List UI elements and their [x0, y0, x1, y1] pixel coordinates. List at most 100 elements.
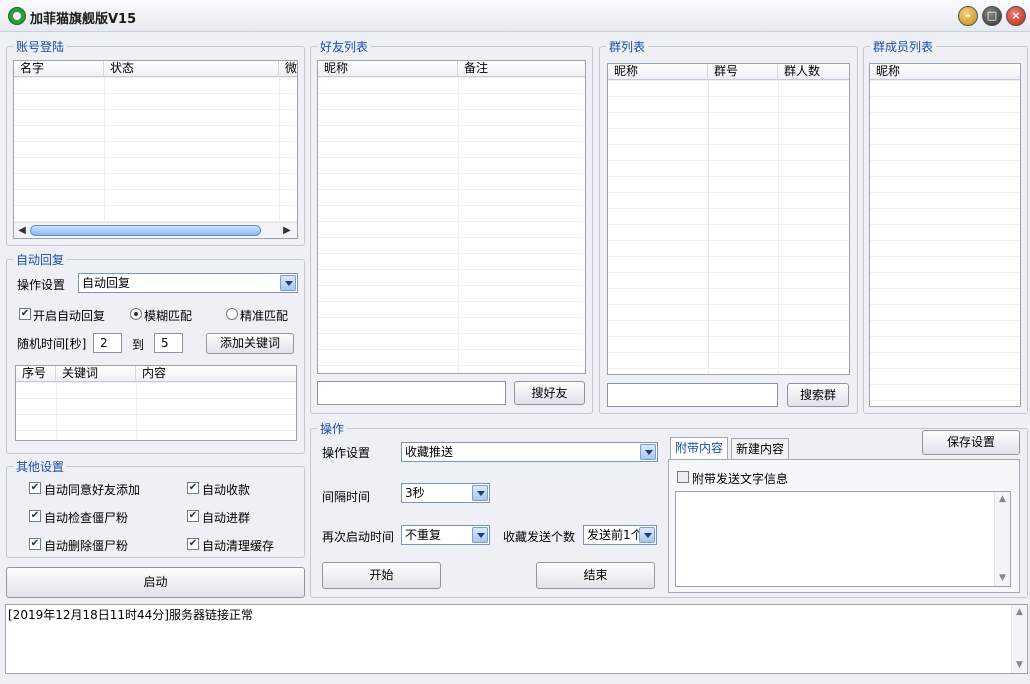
column-remark[interactable]: 备注 [458, 61, 585, 77]
auto-receive-payment-checkbox[interactable]: ✔ [187, 482, 199, 494]
members-table[interactable]: 昵称 [869, 63, 1021, 407]
operation-op-select[interactable]: 收藏推送 [401, 442, 658, 462]
log-vscrollbar[interactable]: ▲ ▼ [1011, 605, 1027, 673]
scroll-thumb[interactable] [30, 225, 261, 236]
chevron-down-icon[interactable] [280, 275, 296, 291]
friend-search-input[interactable] [317, 381, 506, 405]
close-icon[interactable]: × [1006, 6, 1026, 26]
members-table-header: 昵称 [870, 64, 1020, 80]
save-settings-button[interactable]: 保存设置 [922, 430, 1020, 455]
account-table-body [14, 77, 297, 222]
search-friend-button[interactable]: 搜好友 [514, 381, 585, 405]
exact-match-radio[interactable] [226, 308, 238, 320]
operation-op-value: 收藏推送 [405, 445, 454, 459]
scroll-up-icon[interactable]: ▲ [995, 492, 1010, 507]
auto-clear-cache-checkbox[interactable]: ✔ [187, 538, 199, 550]
members-legend: 群成员列表 [873, 40, 934, 54]
restart-time-select[interactable]: 不重复 [401, 525, 490, 545]
to-label: 到 [132, 338, 145, 352]
attach-text-area[interactable]: ▲ ▼ [675, 491, 1011, 587]
random-from-input[interactable]: 2 [93, 333, 122, 353]
friends-table[interactable]: 昵称 备注 [317, 60, 586, 374]
chevron-down-icon[interactable] [640, 444, 656, 460]
start-button[interactable]: 开始 [322, 562, 441, 589]
log-line: [2019年12月18日11时44分]服务器链接正常 [8, 608, 253, 622]
scroll-right-icon[interactable]: ▶ [279, 223, 295, 238]
chevron-down-icon[interactable] [472, 485, 488, 501]
search-group-button[interactable]: 搜索群 [787, 383, 849, 407]
keyword-table-body [16, 382, 296, 440]
fav-count-value: 发送前1个 [587, 528, 643, 542]
friends-table-body [318, 77, 585, 373]
auto-delete-zombie-label: 自动删除僵尸粉 [44, 539, 129, 553]
members-table-body [870, 80, 1020, 406]
tab-new-content[interactable]: 新建内容 [731, 438, 790, 460]
account-legend: 账号登陆 [16, 40, 65, 54]
auto-reply-legend: 自动回复 [16, 253, 65, 267]
launch-button[interactable]: 启动 [6, 567, 305, 598]
tab-attach-content[interactable]: 附带内容 [670, 437, 729, 460]
column-keyword[interactable]: 关键词 [56, 366, 136, 382]
fav-count-label: 收藏发送个数 [503, 530, 576, 544]
auto-join-group-label: 自动进群 [202, 511, 251, 525]
auto-reply-op-select[interactable]: 自动回复 [78, 273, 298, 293]
auto-accept-friend-label: 自动同意好友添加 [44, 483, 141, 497]
column-group-nickname[interactable]: 昵称 [608, 64, 708, 80]
column-name[interactable]: 名字 [14, 61, 104, 77]
add-keyword-button[interactable]: 添加关键词 [206, 333, 294, 354]
interval-label: 间隔时间 [322, 490, 371, 504]
attach-vscrollbar[interactable]: ▲ ▼ [994, 492, 1010, 586]
log-area[interactable]: [2019年12月18日11时44分]服务器链接正常 ▲ ▼ [5, 604, 1028, 674]
column-index[interactable]: 序号 [16, 366, 56, 382]
account-hscrollbar[interactable]: ◀ ▶ [14, 222, 297, 238]
auto-check-zombie-label: 自动检查僵尸粉 [44, 511, 129, 525]
groups-table[interactable]: 昵称 群号 群人数 [607, 63, 850, 375]
attach-text-label: 附带发送文字信息 [692, 472, 789, 486]
group-search-input[interactable] [607, 383, 778, 407]
maximize-icon[interactable]: □ [982, 6, 1002, 26]
column-content[interactable]: 内容 [136, 366, 296, 382]
minimize-icon[interactable]: – [958, 6, 978, 26]
random-to-input[interactable]: 5 [154, 333, 183, 353]
keyword-table[interactable]: 序号 关键词 内容 [15, 365, 297, 441]
column-group-size[interactable]: 群人数 [778, 64, 849, 80]
interval-value: 3秒 [405, 486, 425, 500]
chevron-down-icon[interactable] [472, 527, 488, 543]
interval-select[interactable]: 3秒 [401, 483, 490, 503]
column-status[interactable]: 状态 [104, 61, 279, 77]
account-table[interactable]: 名字 状态 微信 ◀ ▶ [13, 60, 298, 239]
app-icon [8, 7, 26, 25]
scroll-left-icon[interactable]: ◀ [14, 223, 30, 238]
enable-auto-reply-checkbox[interactable]: ✔ [19, 308, 31, 320]
auto-delete-zombie-checkbox[interactable]: ✔ [29, 538, 41, 550]
exact-match-label: 精准匹配 [240, 309, 289, 323]
restart-time-value: 不重复 [405, 528, 442, 542]
attach-text-checkbox[interactable] [677, 471, 689, 483]
column-group-id[interactable]: 群号 [708, 64, 778, 80]
column-wechat[interactable]: 微信 [279, 61, 297, 77]
scroll-down-icon[interactable]: ▼ [1012, 658, 1027, 673]
chevron-down-icon[interactable] [639, 527, 655, 543]
window-title: 加菲猫旗舰版V15 [30, 12, 137, 27]
auto-join-group-checkbox[interactable]: ✔ [187, 510, 199, 522]
column-member-nickname[interactable]: 昵称 [870, 64, 1020, 80]
stop-button[interactable]: 结束 [536, 562, 655, 589]
other-settings-legend: 其他设置 [16, 460, 65, 474]
enable-auto-reply-label: 开启自动回复 [33, 309, 106, 323]
scroll-down-icon[interactable]: ▼ [995, 571, 1010, 586]
column-nickname[interactable]: 昵称 [318, 61, 458, 77]
title-bar [0, 0, 1030, 32]
scroll-up-icon[interactable]: ▲ [1012, 605, 1027, 620]
keyword-table-header: 序号 关键词 内容 [16, 366, 296, 382]
restart-time-label: 再次启动时间 [322, 530, 395, 544]
auto-check-zombie-checkbox[interactable]: ✔ [29, 510, 41, 522]
fuzzy-match-radio[interactable] [130, 308, 142, 320]
operation-legend: 操作 [320, 422, 345, 436]
auto-accept-friend-checkbox[interactable]: ✔ [29, 482, 41, 494]
fav-count-select[interactable]: 发送前1个 [583, 525, 657, 545]
friends-legend: 好友列表 [320, 40, 369, 54]
account-table-header: 名字 状态 微信 [14, 61, 297, 77]
auto-reply-op-label: 操作设置 [17, 278, 66, 292]
groups-table-header: 昵称 群号 群人数 [608, 64, 849, 80]
auto-clear-cache-label: 自动清理缓存 [202, 539, 275, 553]
